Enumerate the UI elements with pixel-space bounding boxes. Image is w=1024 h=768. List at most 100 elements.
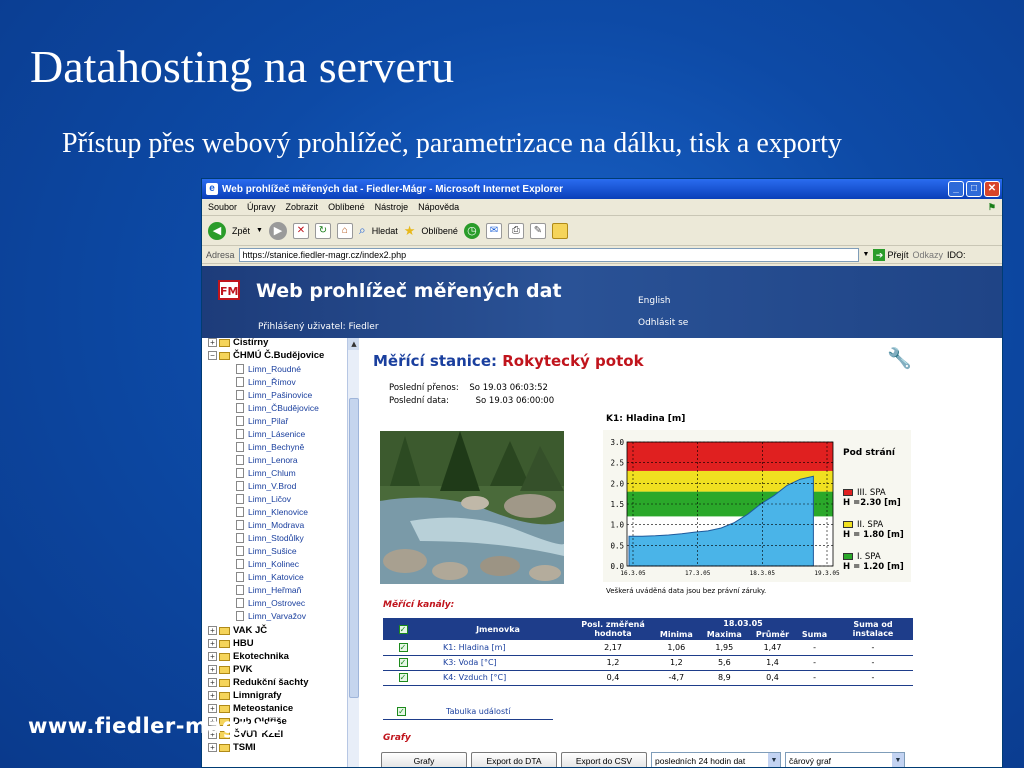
chevron-down-icon[interactable]: ▼ bbox=[768, 753, 780, 767]
tree-leaf-station[interactable]: Limn_Bechyně bbox=[236, 440, 304, 453]
menu-file[interactable]: Soubor bbox=[208, 202, 237, 212]
search-button-label[interactable]: Hledat bbox=[372, 226, 398, 236]
go-button[interactable]: ➔ Přejít bbox=[873, 248, 908, 261]
address-dropdown-icon[interactable]: ▼ bbox=[863, 251, 870, 258]
tree-node-cistirny[interactable]: + Čistírny bbox=[208, 338, 268, 349]
slide-footer: www.fiedler-magr.cz bbox=[28, 714, 280, 738]
address-input[interactable]: https://stanice.fiedler-magr.cz/index2.p… bbox=[238, 247, 859, 262]
tree-leaf-station[interactable]: Limn_Chlum bbox=[236, 466, 296, 479]
refresh-icon[interactable]: ↻ bbox=[314, 222, 331, 239]
favorites-button-label[interactable]: Oblíbené bbox=[421, 226, 458, 236]
stop-icon[interactable]: ✕ bbox=[292, 222, 309, 239]
back-dropdown-icon[interactable]: ▼ bbox=[256, 227, 263, 234]
folder-icon bbox=[219, 652, 230, 661]
folder-icon[interactable] bbox=[551, 222, 568, 239]
settings-wrench-icon[interactable]: 🔧 bbox=[887, 346, 912, 370]
tree-leaf-station[interactable]: Limn_V.Brod bbox=[236, 479, 296, 492]
channel-name[interactable]: K1: Hladina [m] bbox=[423, 640, 573, 656]
tree-node[interactable]: + TSMI bbox=[208, 741, 256, 754]
tree-leaf-label: Limn_Sušice bbox=[248, 545, 297, 556]
expand-icon[interactable]: + bbox=[208, 338, 217, 347]
menu-favorites[interactable]: Oblíbené bbox=[328, 202, 365, 212]
tree-node-chmu[interactable]: − ČHMÚ Č.Budějovice bbox=[208, 349, 324, 362]
tree-leaf-station[interactable]: Limn_Varvažov bbox=[236, 609, 306, 622]
channel-checkbox[interactable]: ✓ bbox=[398, 673, 408, 682]
export-csv-button[interactable]: Export do CSV bbox=[561, 752, 647, 767]
scroll-thumb[interactable] bbox=[349, 398, 359, 698]
tree-leaf-station[interactable]: Limn_Sušice bbox=[236, 544, 297, 557]
channel-name[interactable]: K3: Voda [°C] bbox=[423, 655, 573, 671]
favorites-star-icon[interactable]: ★ bbox=[404, 223, 416, 239]
minimize-button[interactable]: _ bbox=[948, 181, 964, 197]
tree-leaf-station[interactable]: Limn_Stodůlky bbox=[236, 531, 304, 544]
expand-icon[interactable]: + bbox=[208, 678, 217, 687]
back-button-label[interactable]: Zpět bbox=[232, 226, 250, 236]
print-icon[interactable]: ⎙ bbox=[507, 222, 524, 239]
tree-node[interactable]: + Limnigrafy bbox=[208, 689, 282, 702]
english-link[interactable]: English bbox=[638, 296, 671, 306]
tree-leaf-station[interactable]: Limn_Heřmaň bbox=[236, 583, 301, 596]
ido-link[interactable]: IDO: bbox=[947, 250, 966, 260]
edit-icon[interactable]: ✎ bbox=[529, 222, 546, 239]
events-checkbox[interactable]: ✓ bbox=[397, 707, 406, 716]
search-icon[interactable]: ⌕ bbox=[359, 223, 366, 238]
menu-help[interactable]: Nápověda bbox=[418, 202, 459, 212]
channel-name[interactable]: K4: Vzduch [°C] bbox=[423, 670, 573, 686]
expand-icon[interactable]: + bbox=[208, 665, 217, 674]
menu-tools[interactable]: Nástroje bbox=[375, 202, 409, 212]
expand-icon[interactable]: + bbox=[208, 626, 217, 635]
open-folder-icon bbox=[219, 351, 230, 360]
select-all-checkbox[interactable]: ✓ bbox=[398, 624, 408, 634]
menu-view[interactable]: Zobrazit bbox=[286, 202, 319, 212]
export-dta-button[interactable]: Export do DTA bbox=[471, 752, 557, 767]
maximize-button[interactable]: □ bbox=[966, 181, 982, 197]
graph-type-select[interactable]: čárový graf ▼ bbox=[785, 752, 905, 767]
collapse-icon[interactable]: − bbox=[208, 351, 217, 360]
tree-leaf-station[interactable]: Limn_Katovice bbox=[236, 570, 304, 583]
last-transfer: Poslední přenos: So 19.03 06:03:52 bbox=[389, 383, 548, 393]
tree-leaf-station[interactable]: Limn_ČBudějovice bbox=[236, 401, 319, 414]
tree-leaf-station[interactable]: Limn_Roudné bbox=[236, 362, 301, 375]
logout-link[interactable]: Odhlásit se bbox=[638, 318, 688, 328]
expand-icon[interactable]: + bbox=[208, 704, 217, 713]
back-icon[interactable]: ◀ bbox=[208, 221, 226, 240]
document-icon bbox=[236, 389, 244, 400]
tree-leaf-label: Limn_Roudné bbox=[248, 363, 301, 374]
links-label[interactable]: Odkazy bbox=[912, 250, 943, 260]
tree-leaf-station[interactable]: Limn_Kolinec bbox=[236, 557, 299, 570]
mail-icon[interactable]: ✉ bbox=[485, 222, 502, 239]
tree-node[interactable]: + Redukční šachty bbox=[208, 676, 309, 689]
expand-icon[interactable]: + bbox=[208, 743, 217, 752]
tree-leaf-station[interactable]: Limn_Pilař bbox=[236, 414, 288, 427]
expand-icon[interactable]: + bbox=[208, 652, 217, 661]
chevron-down-icon[interactable]: ▼ bbox=[892, 753, 904, 767]
document-icon bbox=[236, 441, 244, 452]
menu-edit[interactable]: Úpravy bbox=[247, 202, 276, 212]
tree-node[interactable]: + PVK bbox=[208, 663, 253, 676]
tree-scrollbar[interactable]: ▲ bbox=[347, 338, 360, 767]
expand-icon[interactable]: + bbox=[208, 639, 217, 648]
channel-checkbox[interactable]: ✓ bbox=[398, 658, 408, 667]
tree-leaf-station[interactable]: Limn_Římov bbox=[236, 375, 296, 388]
forward-icon[interactable]: ▶ bbox=[268, 221, 287, 240]
tree-leaf-station[interactable]: Limn_Ličov bbox=[236, 492, 291, 505]
events-link[interactable]: Tabulka událostí bbox=[446, 707, 510, 716]
tree-leaf-station[interactable]: Limn_Modrava bbox=[236, 518, 304, 531]
tree-leaf-station[interactable]: Limn_Lásenice bbox=[236, 427, 305, 440]
tree-node[interactable]: + HBU bbox=[208, 637, 254, 650]
tree-node[interactable]: + Ekotechnika bbox=[208, 650, 289, 663]
close-button[interactable]: ✕ bbox=[984, 181, 1000, 197]
tree-node[interactable]: + VAK JČ bbox=[208, 624, 267, 637]
history-icon[interactable]: ◷ bbox=[463, 222, 480, 239]
tree-leaf-station[interactable]: Limn_Klenovice bbox=[236, 505, 308, 518]
legend-item-3spa: III. SPA H =2.30 [m] bbox=[843, 488, 901, 508]
graphs-button[interactable]: Grafy bbox=[381, 752, 467, 767]
home-icon[interactable]: ⌂ bbox=[336, 222, 353, 239]
tree-leaf-station[interactable]: Limn_Ostrovec bbox=[236, 596, 305, 609]
expand-icon[interactable]: + bbox=[208, 691, 217, 700]
channel-checkbox[interactable]: ✓ bbox=[398, 642, 408, 652]
period-select[interactable]: posledních 24 hodin dat ▼ bbox=[651, 752, 781, 767]
tree-leaf-station[interactable]: Limn_Lenora bbox=[236, 453, 298, 466]
tree-leaf-station[interactable]: Limn_Pašinovice bbox=[236, 388, 312, 401]
header-check[interactable]: ✓ bbox=[383, 618, 423, 640]
